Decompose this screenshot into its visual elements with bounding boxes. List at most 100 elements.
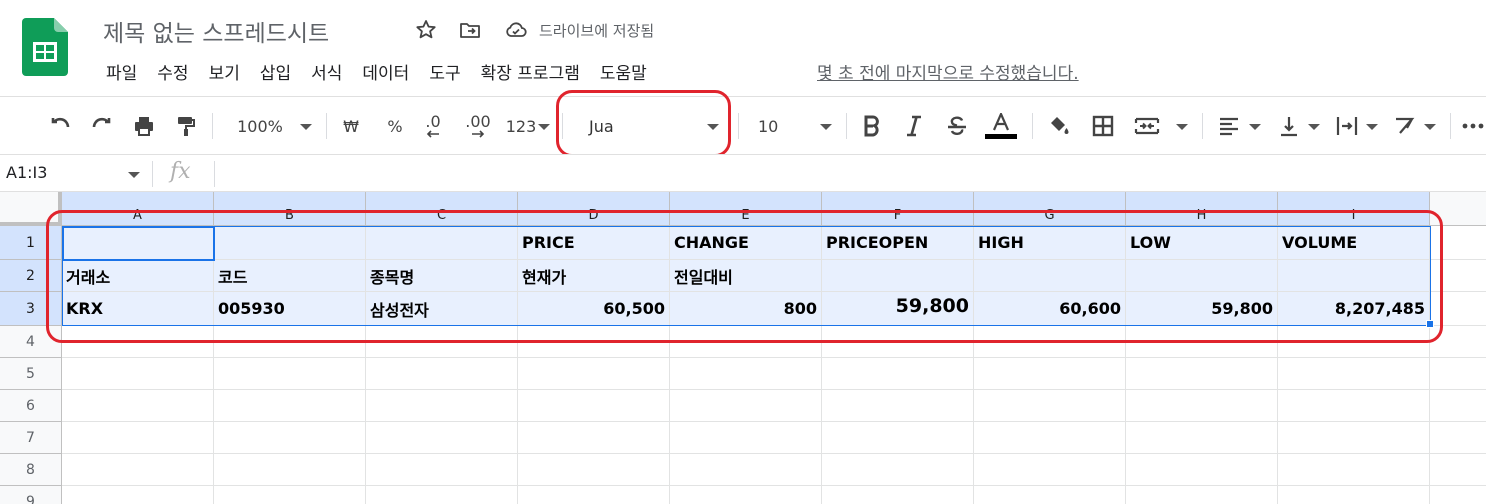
increase-decimal-button[interactable]: .00 bbox=[461, 111, 495, 141]
cell-g2[interactable] bbox=[974, 260, 1126, 292]
menu-insert[interactable]: 삽입 bbox=[255, 60, 296, 88]
cell-e8[interactable] bbox=[670, 454, 822, 486]
cell-a1[interactable] bbox=[62, 226, 214, 260]
cell-c9[interactable] bbox=[366, 486, 518, 504]
select-all-corner[interactable] bbox=[0, 192, 62, 226]
move-folder-icon[interactable] bbox=[458, 18, 482, 42]
cell-b7[interactable] bbox=[214, 422, 366, 454]
cell-b1[interactable] bbox=[214, 226, 366, 260]
cell-i4[interactable] bbox=[1278, 326, 1430, 358]
cell-i9[interactable] bbox=[1278, 486, 1430, 504]
print-button[interactable] bbox=[128, 111, 160, 141]
font-family-select[interactable]: Jua bbox=[565, 111, 725, 141]
star-icon[interactable] bbox=[414, 18, 438, 42]
vertical-align-button[interactable] bbox=[1274, 111, 1304, 141]
cell-c4[interactable] bbox=[366, 326, 518, 358]
text-rotation-button[interactable] bbox=[1390, 111, 1420, 141]
more-formats-button[interactable]: 123 bbox=[503, 111, 539, 141]
menu-edit[interactable]: 수정 bbox=[152, 60, 193, 88]
cell-a7[interactable] bbox=[62, 422, 214, 454]
cell-e1[interactable]: CHANGE bbox=[670, 226, 822, 260]
borders-button[interactable] bbox=[1088, 111, 1118, 141]
decrease-decimal-button[interactable]: .0 bbox=[418, 111, 448, 141]
cell-b2[interactable]: 코드 bbox=[214, 260, 366, 292]
last-edit-link[interactable]: 몇 초 전에 마지막으로 수정했습니다. bbox=[817, 60, 1079, 88]
row-header-5[interactable]: 5 bbox=[0, 358, 62, 390]
column-header-f[interactable]: F bbox=[822, 192, 974, 226]
text-color-button[interactable] bbox=[984, 111, 1018, 141]
cell-c3[interactable]: 삼성전자 bbox=[366, 292, 518, 326]
row-header-8[interactable]: 8 bbox=[0, 454, 62, 486]
cell-h2[interactable] bbox=[1126, 260, 1278, 292]
cell-i5[interactable] bbox=[1278, 358, 1430, 390]
column-header-d[interactable]: D bbox=[518, 192, 670, 226]
cell-e6[interactable] bbox=[670, 390, 822, 422]
cell-g4[interactable] bbox=[974, 326, 1126, 358]
document-title[interactable]: 제목 없는 스프레드시트 bbox=[103, 14, 329, 48]
cell-b8[interactable] bbox=[214, 454, 366, 486]
column-header-h[interactable]: H bbox=[1126, 192, 1278, 226]
cell-c8[interactable] bbox=[366, 454, 518, 486]
column-header-c[interactable]: C bbox=[366, 192, 518, 226]
strikethrough-button[interactable] bbox=[942, 111, 972, 141]
cell-f9[interactable] bbox=[822, 486, 974, 504]
cell-d7[interactable] bbox=[518, 422, 670, 454]
menu-format[interactable]: 서식 bbox=[306, 60, 347, 88]
undo-button[interactable] bbox=[44, 111, 76, 141]
cell-e7[interactable] bbox=[670, 422, 822, 454]
cell-i6[interactable] bbox=[1278, 390, 1430, 422]
fill-handle[interactable] bbox=[1426, 320, 1434, 328]
cell-a3[interactable]: KRX bbox=[62, 292, 214, 326]
row-header-7[interactable]: 7 bbox=[0, 422, 62, 454]
row-header-9[interactable]: 9 bbox=[0, 486, 62, 504]
cell-c7[interactable] bbox=[366, 422, 518, 454]
column-header-b[interactable]: B bbox=[214, 192, 366, 226]
cell-f4[interactable] bbox=[822, 326, 974, 358]
menu-tools[interactable]: 도구 bbox=[424, 60, 465, 88]
paint-format-button[interactable] bbox=[170, 111, 202, 141]
currency-format-button[interactable]: ₩ bbox=[338, 111, 364, 141]
percent-format-button[interactable]: % bbox=[382, 111, 408, 141]
cell-g8[interactable] bbox=[974, 454, 1126, 486]
more-toolbar-button[interactable] bbox=[1460, 111, 1486, 141]
cell-a6[interactable] bbox=[62, 390, 214, 422]
cell-i7[interactable] bbox=[1278, 422, 1430, 454]
cell-e4[interactable] bbox=[670, 326, 822, 358]
column-header-a[interactable]: A bbox=[62, 192, 214, 226]
cell-a2[interactable]: 거래소 bbox=[62, 260, 214, 292]
row-header-4[interactable]: 4 bbox=[0, 326, 62, 358]
font-size-select[interactable]: 10 bbox=[752, 111, 788, 141]
column-header-e[interactable]: E bbox=[670, 192, 822, 226]
cell-c1[interactable] bbox=[366, 226, 518, 260]
cell-b9[interactable] bbox=[214, 486, 366, 504]
menu-extensions[interactable]: 확장 프로그램 bbox=[476, 60, 585, 88]
cell-h3[interactable]: 59,800 bbox=[1126, 292, 1278, 326]
row-header-1[interactable]: 1 bbox=[0, 226, 62, 260]
column-header-i[interactable]: I bbox=[1278, 192, 1430, 226]
cell-d6[interactable] bbox=[518, 390, 670, 422]
cell-d1[interactable]: PRICE bbox=[518, 226, 670, 260]
cell-e9[interactable] bbox=[670, 486, 822, 504]
menu-help[interactable]: 도움말 bbox=[595, 60, 652, 88]
cell-e2[interactable]: 전일대비 bbox=[670, 260, 822, 292]
cell-a9[interactable] bbox=[62, 486, 214, 504]
cell-d3[interactable]: 60,500 bbox=[518, 292, 670, 326]
cell-d9[interactable] bbox=[518, 486, 670, 504]
row-header-6[interactable]: 6 bbox=[0, 390, 62, 422]
cell-h8[interactable] bbox=[1126, 454, 1278, 486]
italic-button[interactable] bbox=[900, 111, 928, 141]
sheets-logo-icon[interactable] bbox=[22, 18, 68, 76]
cell-c6[interactable] bbox=[366, 390, 518, 422]
cell-h9[interactable] bbox=[1126, 486, 1278, 504]
row-header-2[interactable]: 2 bbox=[0, 260, 62, 292]
cell-a4[interactable] bbox=[62, 326, 214, 358]
cell-c5[interactable] bbox=[366, 358, 518, 390]
name-box[interactable]: A1:I3 bbox=[6, 163, 47, 182]
cell-g9[interactable] bbox=[974, 486, 1126, 504]
cell-a8[interactable] bbox=[62, 454, 214, 486]
cell-h5[interactable] bbox=[1126, 358, 1278, 390]
menu-file[interactable]: 파일 bbox=[101, 60, 142, 88]
cell-h4[interactable] bbox=[1126, 326, 1278, 358]
cell-f2[interactable] bbox=[822, 260, 974, 292]
cell-i2[interactable] bbox=[1278, 260, 1430, 292]
